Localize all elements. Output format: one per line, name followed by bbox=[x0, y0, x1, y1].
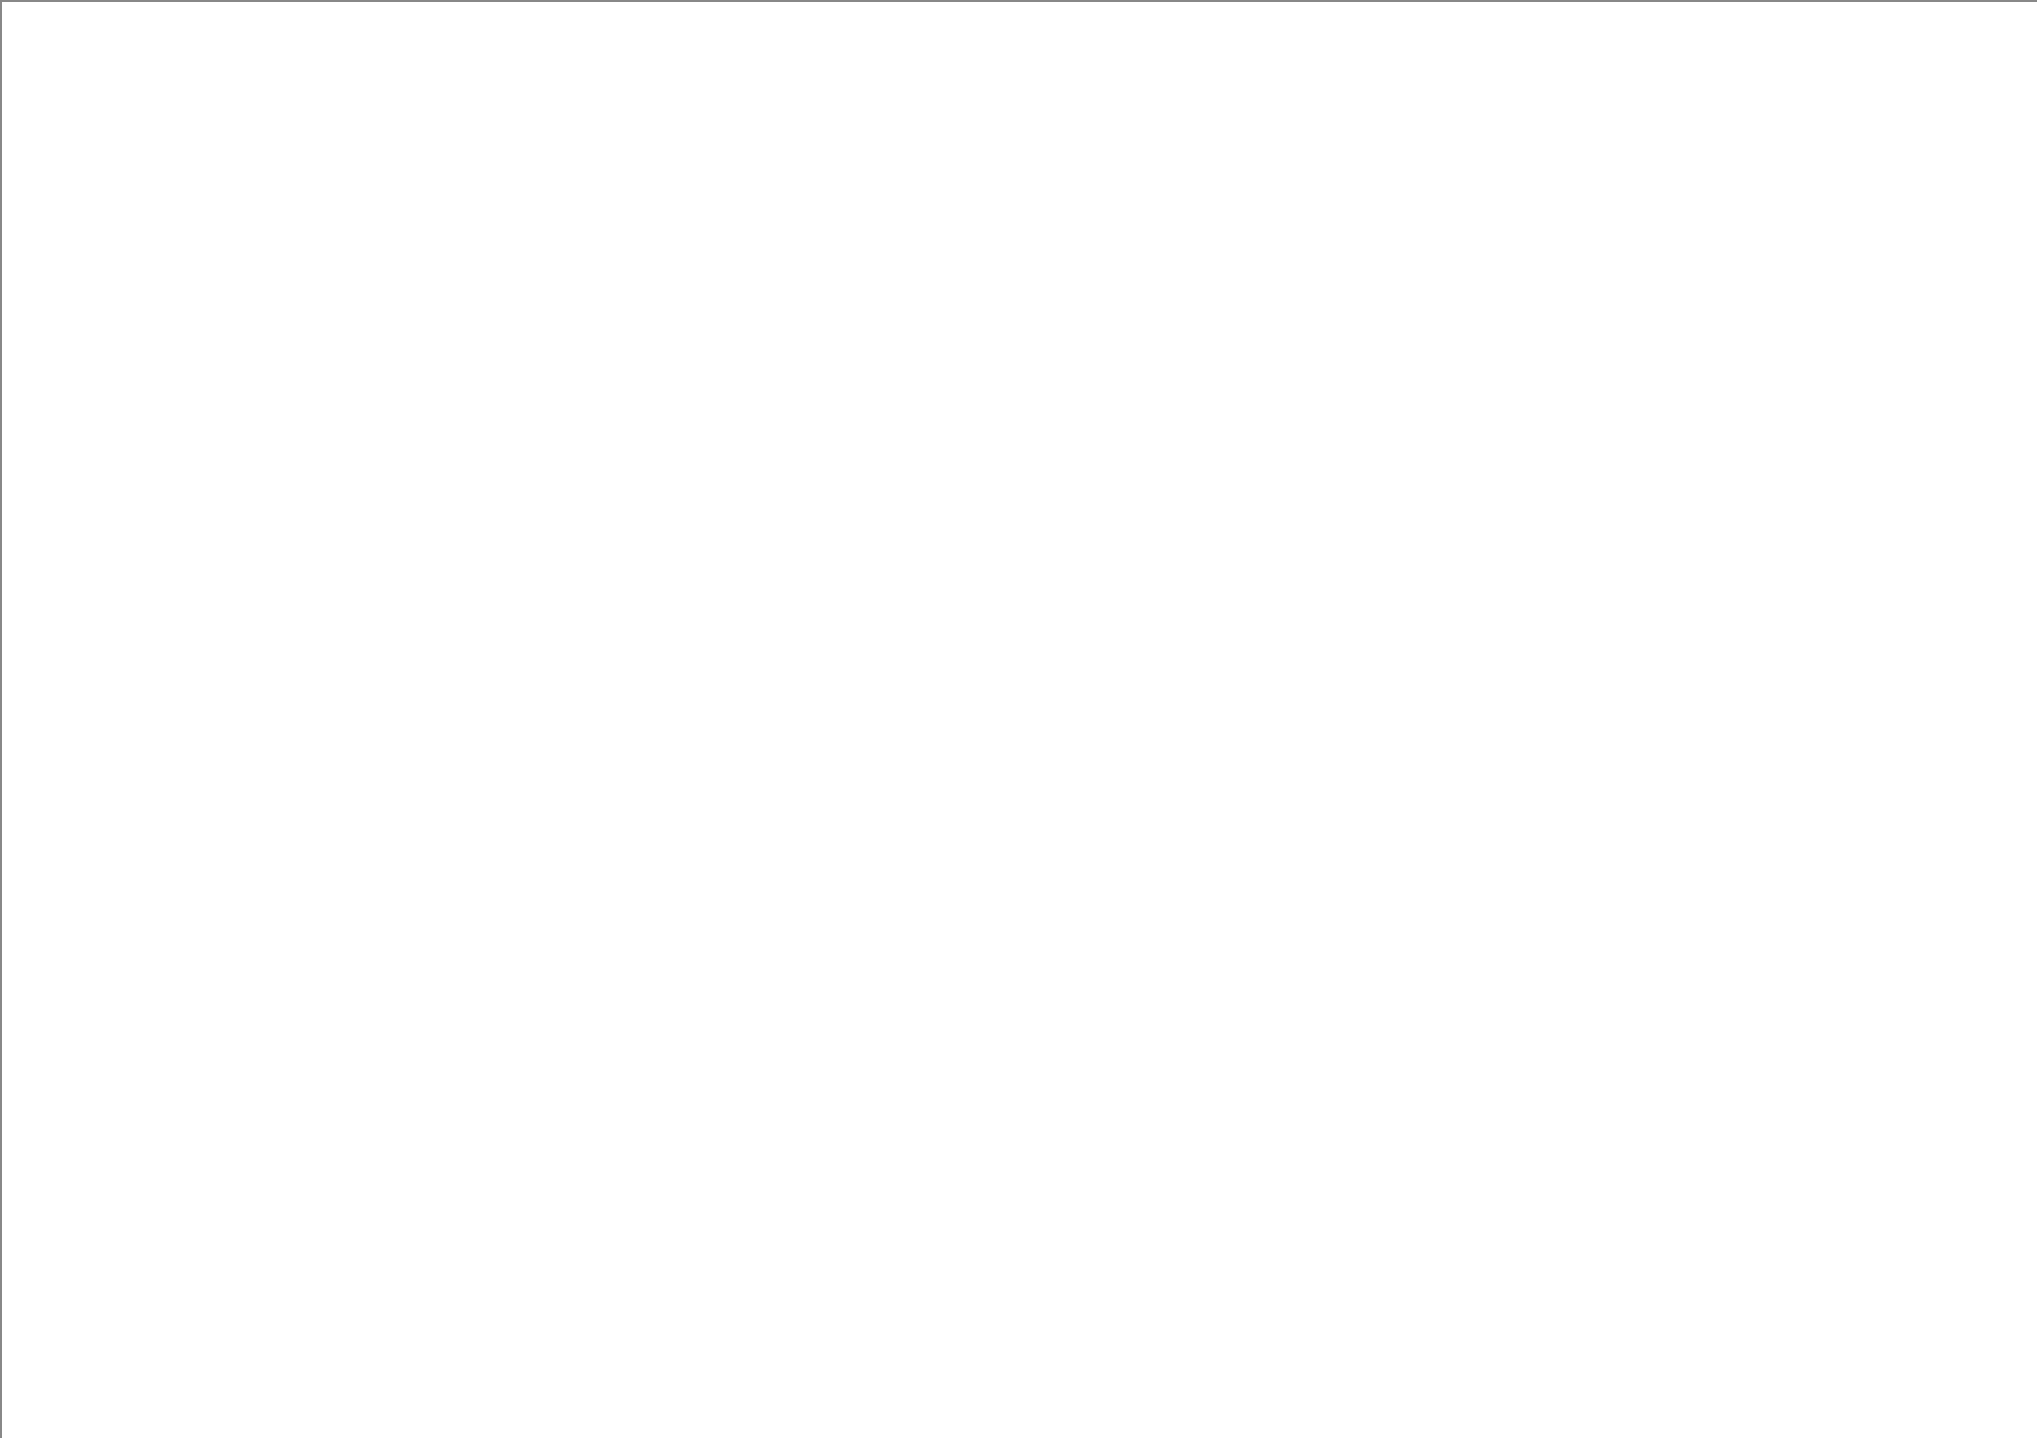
aac-grid bbox=[0, 0, 2037, 1438]
